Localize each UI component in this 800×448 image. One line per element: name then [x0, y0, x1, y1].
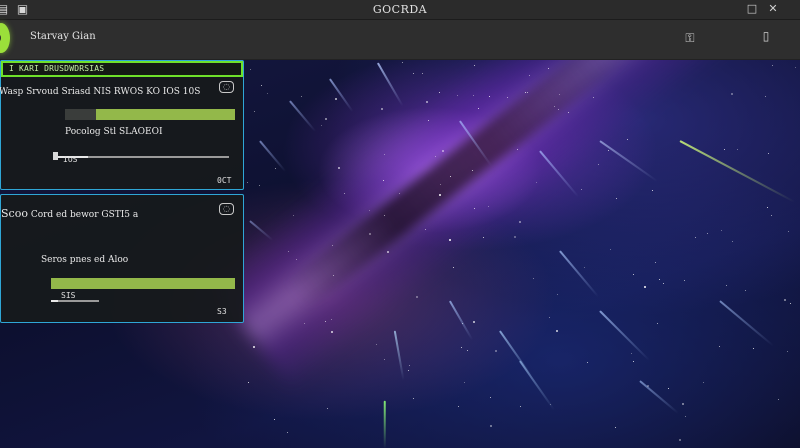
panel-title: Scoo Cord ed bewor GSTI5 a	[1, 207, 138, 220]
star	[524, 91, 526, 93]
star	[659, 278, 661, 280]
star	[325, 117, 328, 120]
title-bar: ▤ ▣ GOCRDA □ ✕	[0, 0, 800, 20]
panel-title-prefix: Scoo	[1, 207, 28, 220]
star	[526, 91, 528, 93]
star	[764, 95, 766, 97]
panel-toggle-button[interactable]: ◌	[219, 203, 234, 215]
star	[656, 322, 658, 324]
star	[247, 181, 248, 183]
app-logo-icon	[0, 23, 10, 53]
star	[609, 248, 611, 250]
star	[273, 418, 275, 420]
status-line: Wasp Srvoud Sriasd NIS RWOS KO IOS 10S	[0, 87, 201, 97]
star	[387, 250, 390, 253]
star	[344, 192, 346, 194]
key-icon[interactable]: ⚿	[682, 30, 698, 46]
close-icon[interactable]: ✕	[766, 2, 780, 16]
meteor-streak	[384, 400, 386, 448]
star	[303, 323, 305, 325]
star	[557, 109, 559, 111]
star	[266, 93, 268, 95]
toolbar-title: Starvay Gian	[30, 31, 96, 42]
panel-title-text: Cord ed bewor GSTI5 a	[30, 210, 139, 220]
star	[472, 94, 474, 96]
star	[300, 95, 302, 97]
star	[477, 107, 479, 109]
slider-label: SIS	[61, 291, 76, 300]
star	[777, 398, 779, 400]
minimize-icon[interactable]: □	[745, 2, 759, 16]
star	[449, 175, 451, 177]
progress-bar-fill	[95, 109, 235, 120]
star	[644, 285, 647, 288]
progress-bar	[51, 278, 235, 289]
slider-knob[interactable]	[53, 152, 58, 160]
star	[421, 73, 423, 74]
star	[439, 183, 441, 185]
star	[408, 364, 410, 366]
star	[321, 124, 323, 126]
star	[326, 407, 328, 409]
star	[247, 381, 249, 383]
corner-value: 0CT	[217, 176, 232, 185]
slider-fill	[51, 300, 59, 302]
star	[721, 229, 723, 231]
toolbar: Starvay Gian ⚿ ▯	[0, 20, 800, 60]
star	[338, 166, 341, 169]
panel-toggle-button[interactable]: ◌	[219, 81, 234, 93]
star	[332, 274, 334, 276]
panel-header: I KARI DRUSDWDRSIAS	[1, 61, 243, 77]
corner-value: S3	[217, 307, 227, 316]
progress-bar	[65, 109, 235, 120]
star	[324, 321, 326, 322]
progress-label: Pocolog Stl SLAOEOI	[65, 127, 163, 137]
slider-label: IOS	[63, 155, 78, 164]
panel-header-label: I KARI DRUSDWDRSIAS	[9, 64, 105, 73]
bookmark-icon[interactable]: ▯	[758, 28, 774, 44]
star	[581, 188, 583, 190]
star	[253, 345, 255, 348]
star	[592, 96, 594, 98]
slider[interactable]	[51, 300, 99, 302]
star	[472, 320, 475, 323]
star	[679, 438, 682, 441]
star	[424, 228, 426, 230]
progress-bar-fill	[51, 278, 235, 289]
slider[interactable]	[53, 156, 229, 158]
info-panel-2: Scoo Cord ed bewor GSTI5 a ◌ Seros pnes …	[0, 194, 244, 323]
star	[473, 207, 475, 209]
info-panel-1: I KARI DRUSDWDRSIAS Wasp Srvoud Sriasd N…	[0, 60, 244, 190]
star	[772, 64, 774, 66]
star	[682, 402, 685, 405]
star	[784, 298, 787, 301]
star	[488, 95, 490, 97]
star	[614, 427, 616, 429]
star	[334, 98, 337, 100]
panel-subtitle: Seros pnes ed Aloo	[41, 255, 129, 265]
star	[383, 214, 385, 216]
star	[330, 330, 333, 333]
window-title: GOCRDA	[372, 3, 428, 16]
star	[597, 163, 599, 165]
star	[464, 381, 465, 383]
star	[615, 197, 617, 199]
star	[412, 397, 414, 399]
star	[683, 279, 685, 281]
star	[441, 149, 444, 152]
